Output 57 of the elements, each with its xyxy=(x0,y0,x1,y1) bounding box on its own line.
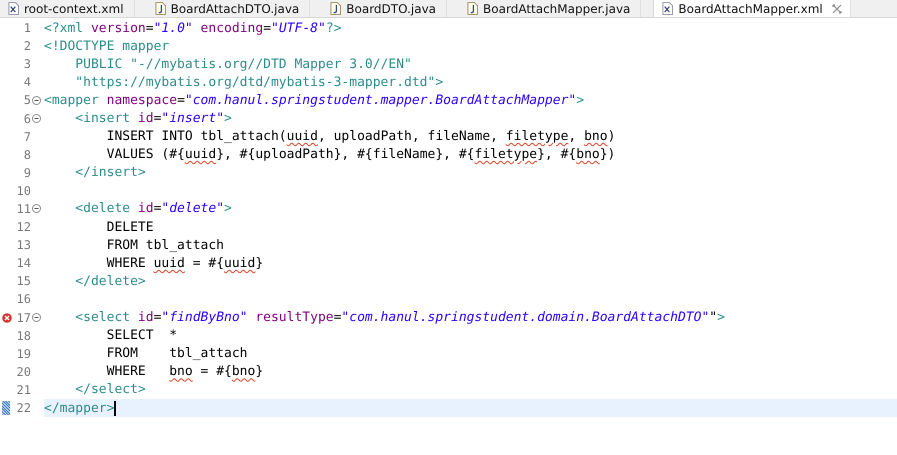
code-line: WHERE uuid = #{uuid} xyxy=(106,256,264,271)
line-number: 13 xyxy=(16,238,31,252)
line-number: 2 xyxy=(24,39,31,54)
xml-file-icon xyxy=(662,2,674,15)
code-line: <select id="findByBno" resultType="com.hanul.springstudent.domain.BoardAttachDTO""> xyxy=(74,310,725,326)
line-number: 9 xyxy=(24,166,31,180)
editor-tab[interactable]: BoardAttachDTO.java xyxy=(146,0,310,17)
code-line: INSERT INTO tbl_attach(uuid, uploadPath, fileName, filetype, bno) xyxy=(106,129,616,144)
line-number: 19 xyxy=(16,346,31,361)
code-line: </mapper> xyxy=(44,400,116,416)
line-number: 14 xyxy=(16,256,31,270)
code-line: SELECT * xyxy=(106,328,178,344)
line-number: 6 xyxy=(24,112,31,126)
xml-file-icon xyxy=(8,2,19,15)
code-line: <?xml version="1.0" encoding="UTF-8"?> xyxy=(44,20,342,36)
close-icon[interactable] xyxy=(832,4,842,14)
line-number: 3 xyxy=(24,57,31,72)
collapse-icon[interactable] xyxy=(32,96,41,105)
line-number: 1 xyxy=(24,21,31,36)
line-number: 17 xyxy=(16,310,31,325)
line-number: 18 xyxy=(16,328,31,343)
code-line: FROM tbl_attach xyxy=(106,346,248,362)
code-line: FROM tbl_attach xyxy=(106,238,224,253)
line-number: 15 xyxy=(16,274,31,288)
line-number: 20 xyxy=(16,364,31,379)
line-number: 22 xyxy=(16,401,31,416)
editor-tab[interactable]: BoardDTO.java xyxy=(322,0,448,17)
code-line: "https://mybatis.org/dtd/mybatis-3-mapper.dtd"> xyxy=(74,74,444,90)
java-file-icon xyxy=(467,2,478,15)
code-line: VALUES (#{uuid}, #{uploadPath}, #{fileName}, #{filetype}, #{bno}) xyxy=(106,147,616,162)
line-number: 21 xyxy=(16,382,31,397)
code-line: </delete> xyxy=(74,274,146,289)
code-line: WHERE bno = #{bno} xyxy=(106,364,264,380)
editor-tab[interactable]: BoardAttachMapper.java xyxy=(459,0,642,17)
editor-tab[interactable]: BoardAttachMapper.xml xyxy=(653,0,851,17)
code-line: </select> xyxy=(74,382,146,398)
line-number: 7 xyxy=(24,130,31,144)
line-number: 8 xyxy=(24,148,31,162)
line-number: 16 xyxy=(16,292,31,306)
collapse-icon[interactable] xyxy=(32,114,41,124)
code-line: <!DOCTYPE mapper xyxy=(44,38,170,54)
collapse-icon[interactable] xyxy=(32,313,41,322)
code-line: <delete id="delete"> xyxy=(74,201,232,216)
code-line: <mapper namespace="com.hanul.springstudent.mapper.BoardAttachMapper"> xyxy=(44,92,584,108)
code-line: </insert> xyxy=(74,165,146,180)
line-number: 5 xyxy=(24,93,31,108)
line-number: 4 xyxy=(24,75,31,90)
line-number: 11 xyxy=(16,202,31,216)
line-number: 10 xyxy=(16,184,31,198)
collapse-icon[interactable] xyxy=(32,204,41,214)
code-line: PUBLIC "-//mybatis.org//DTD Mapper 3.0//EN" xyxy=(74,56,412,72)
java-file-icon xyxy=(154,2,166,15)
code-line: DELETE xyxy=(106,220,154,235)
code-line: <insert id="insert"> xyxy=(74,111,232,126)
java-file-icon xyxy=(330,2,342,15)
line-number: 12 xyxy=(16,220,31,234)
editor-tab[interactable]: root-context.xml xyxy=(0,0,135,17)
